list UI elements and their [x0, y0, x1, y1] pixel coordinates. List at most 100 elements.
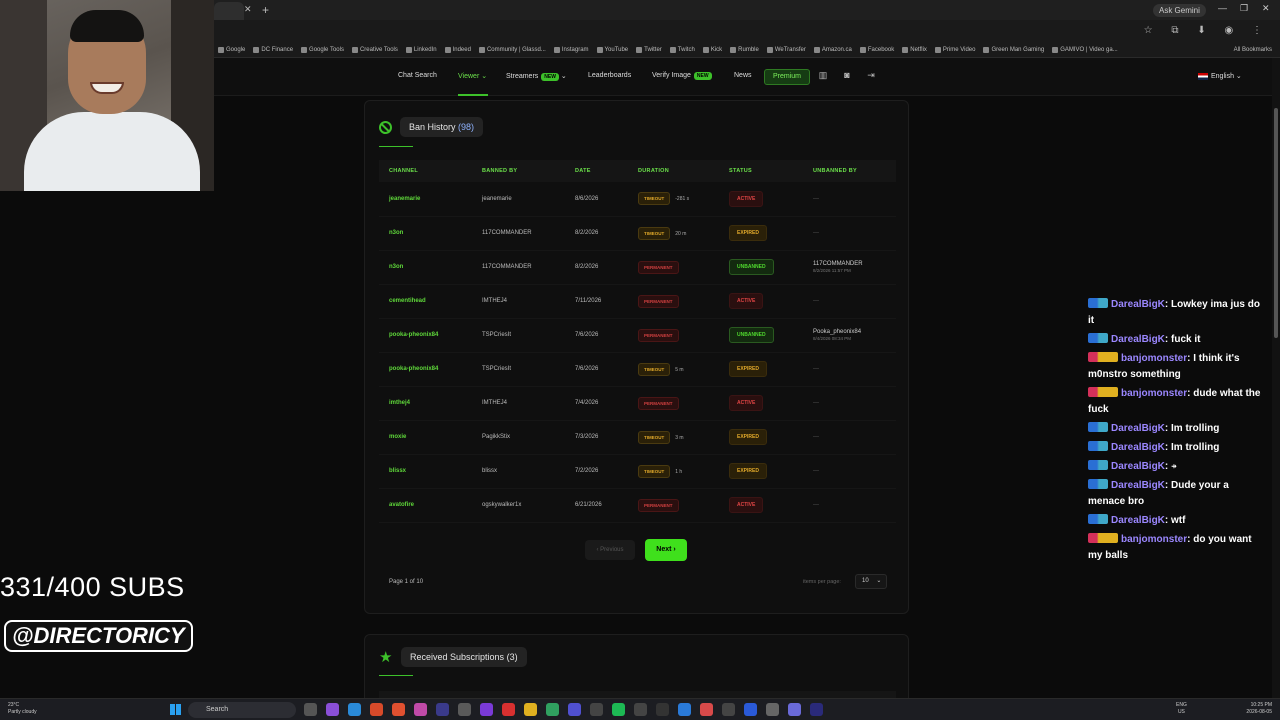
address-bar[interactable]: ☆ ⧉ ⬇ ◉ ⋮: [214, 20, 1280, 42]
chat-username[interactable]: DarealBigK: [1111, 299, 1165, 310]
nav-streamers[interactable]: Streamers NEW ⌄: [506, 72, 567, 81]
channel-cell[interactable]: n3on: [379, 216, 472, 251]
chat-username[interactable]: DarealBigK: [1111, 515, 1165, 526]
app-icon[interactable]: [634, 703, 647, 716]
bookmark-item[interactable]: GAMIVO | Video ga...: [1048, 46, 1121, 53]
language-selector[interactable]: English ⌄: [1198, 72, 1242, 80]
app-icon[interactable]: [414, 703, 427, 716]
bookmark-item[interactable]: YouTube: [593, 46, 633, 53]
channel-cell[interactable]: pooka-pheonix84: [379, 318, 472, 353]
nav-leaderboards[interactable]: Leaderboards: [588, 72, 631, 79]
column-header[interactable]: DATE: [565, 160, 628, 182]
nav-news[interactable]: News: [734, 72, 752, 79]
minimize-icon[interactable]: —: [1218, 3, 1227, 13]
bookmark-item[interactable]: Indeed: [441, 46, 475, 53]
bookmark-item[interactable]: Kick: [699, 46, 726, 53]
chat-username[interactable]: DarealBigK: [1111, 480, 1165, 491]
next-button[interactable]: Next ›: [645, 539, 687, 561]
system-clock[interactable]: 10:25 PM 2026-08-05: [1246, 702, 1272, 716]
app-icon[interactable]: [744, 703, 757, 716]
bookmark-item[interactable]: Community | Glassd...: [475, 46, 550, 53]
app-icon[interactable]: [766, 703, 779, 716]
app-icon[interactable]: [810, 703, 823, 716]
maximize-icon[interactable]: ❐: [1240, 3, 1248, 14]
bookmark-item[interactable]: Creative Tools: [348, 46, 402, 53]
app-icon[interactable]: [656, 703, 669, 716]
channel-cell[interactable]: pooka-pheonix84: [379, 352, 472, 387]
bookmark-item[interactable]: Prime Video: [931, 46, 980, 53]
login-icon[interactable]: ⇥: [864, 70, 878, 84]
bookmark-item[interactable]: Google Tools: [297, 46, 348, 53]
app-icon[interactable]: [480, 703, 493, 716]
chart-icon[interactable]: ▥: [816, 70, 830, 84]
close-tab-icon[interactable]: ✕: [244, 4, 252, 15]
app-icon[interactable]: [700, 703, 713, 716]
channel-cell[interactable]: jeanemarie: [379, 182, 472, 217]
channel-cell[interactable]: cementihead: [379, 284, 472, 319]
ask-gemini-button[interactable]: Ask Gemini: [1153, 4, 1206, 17]
app-icon[interactable]: [546, 703, 559, 716]
column-header[interactable]: BANNED BY: [472, 160, 565, 182]
nav-chat-search[interactable]: Chat Search: [398, 72, 437, 79]
input-language[interactable]: ENG US: [1176, 702, 1187, 716]
premium-button[interactable]: Premium: [764, 69, 810, 85]
bookmark-item[interactable]: Netflix: [898, 46, 931, 53]
bookmark-item[interactable]: Amazon.ca: [810, 46, 856, 53]
bookmark-item[interactable]: DC Finance: [249, 46, 297, 53]
bookmark-item[interactable]: LinkedIn: [402, 46, 441, 53]
channel-cell[interactable]: n3on: [379, 250, 472, 285]
page-scrollbar[interactable]: [1272, 58, 1280, 698]
discord-icon[interactable]: ◙: [840, 70, 854, 84]
edge-icon[interactable]: [348, 703, 361, 716]
channel-cell[interactable]: moxie: [379, 420, 472, 455]
chat-username[interactable]: banjomonster: [1121, 388, 1187, 399]
app-icon[interactable]: [326, 703, 339, 716]
app-icon[interactable]: [590, 703, 603, 716]
chrome-icon[interactable]: [524, 703, 537, 716]
windows-start-icon[interactable]: [170, 704, 181, 715]
bookmark-item[interactable]: Twitter: [632, 46, 666, 53]
bookmark-item[interactable]: Twitch: [666, 46, 699, 53]
channel-cell[interactable]: imthej4: [379, 386, 472, 421]
brave-icon[interactable]: [392, 703, 405, 716]
close-window-icon[interactable]: ✕: [1262, 3, 1270, 14]
firefox-icon[interactable]: [370, 703, 383, 716]
nav-viewer[interactable]: Viewer ⌄: [458, 72, 487, 80]
spotify-icon[interactable]: [612, 703, 625, 716]
bookmark-item[interactable]: Instagram: [550, 46, 593, 53]
scrollbar-thumb[interactable]: [1274, 108, 1278, 338]
chat-username[interactable]: DarealBigK: [1111, 442, 1165, 453]
chat-username[interactable]: DarealBigK: [1111, 461, 1165, 472]
chat-username[interactable]: banjomonster: [1121, 353, 1187, 364]
column-header[interactable]: DURATION: [628, 160, 719, 182]
task-view-icon[interactable]: [304, 703, 317, 716]
bookmark-item[interactable]: Green Man Gaming: [979, 46, 1048, 53]
column-header[interactable]: STATUS: [719, 160, 803, 182]
weather-widget[interactable]: 23°C Partly cloudy: [8, 702, 37, 716]
bookmark-item[interactable]: Facebook: [856, 46, 898, 53]
taskbar-search[interactable]: Search: [188, 702, 296, 718]
toolbar-icons[interactable]: ☆ ⧉ ⬇ ◉ ⋮: [1144, 25, 1270, 36]
chat-username[interactable]: DarealBigK: [1111, 423, 1165, 434]
column-header[interactable]: CHANNEL: [379, 160, 472, 182]
new-tab-icon[interactable]: +: [262, 3, 269, 17]
previous-button[interactable]: ‹ Previous: [585, 540, 635, 560]
app-icon[interactable]: [568, 703, 581, 716]
channel-cell[interactable]: avatofire: [379, 488, 472, 523]
app-icon[interactable]: [502, 703, 515, 716]
column-header[interactable]: UNBANNED BY: [803, 160, 896, 182]
app-icon[interactable]: [788, 703, 801, 716]
app-icon[interactable]: [458, 703, 471, 716]
items-per-page-select[interactable]: 10 ⌄: [855, 574, 887, 589]
app-icon[interactable]: [722, 703, 735, 716]
browser-tab[interactable]: [214, 2, 244, 20]
app-icon[interactable]: [678, 703, 691, 716]
bookmark-item[interactable]: WeTransfer: [763, 46, 810, 53]
all-bookmarks[interactable]: All Bookmarks: [1230, 47, 1280, 53]
channel-cell[interactable]: blissx: [379, 454, 472, 489]
app-icon[interactable]: [436, 703, 449, 716]
bookmark-item[interactable]: Google: [214, 46, 249, 53]
chat-username[interactable]: banjomonster: [1121, 534, 1187, 545]
nav-verify-image[interactable]: Verify Image NEW: [652, 72, 712, 80]
chat-username[interactable]: DarealBigK: [1111, 334, 1165, 345]
